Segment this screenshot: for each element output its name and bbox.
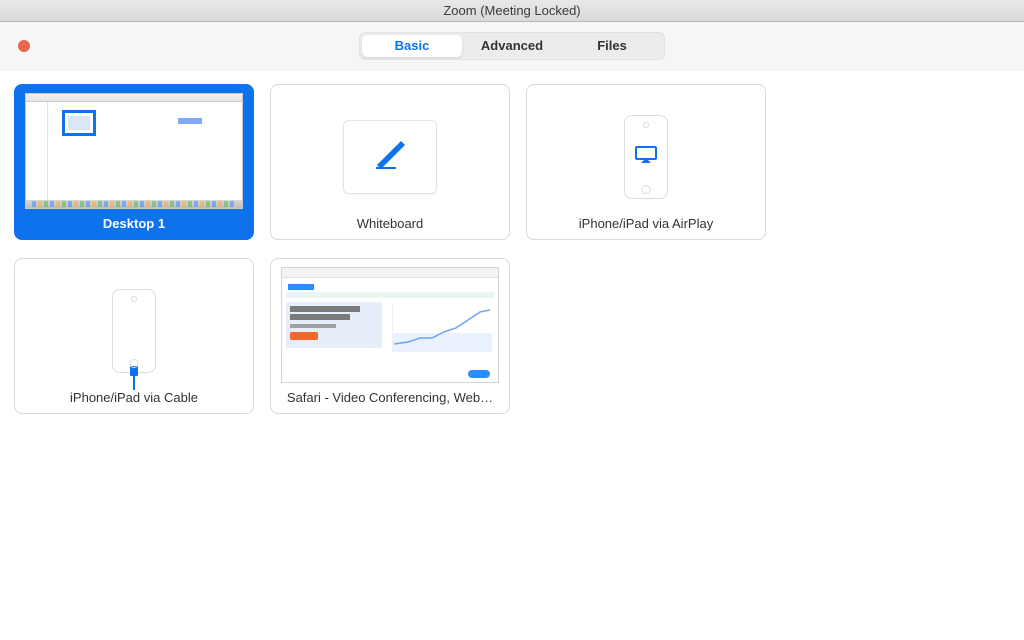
tab-basic[interactable]: Basic: [362, 35, 462, 57]
share-screen-panel: Basic Advanced Files Desktop 1: [0, 22, 1024, 640]
desktop-thumbnail: [25, 93, 243, 209]
share-option-label: iPhone/iPad via Cable: [15, 390, 253, 405]
phone-outline-icon: [624, 115, 668, 199]
share-option-safari-window[interactable]: Safari - Video Conferencing, Web…: [270, 258, 510, 414]
share-option-label: Desktop 1: [15, 216, 253, 231]
tab-files[interactable]: Files: [562, 35, 662, 57]
share-option-cable[interactable]: iPhone/iPad via Cable: [14, 258, 254, 414]
share-options-grid: Desktop 1 Whiteboard: [0, 70, 1024, 438]
tab-segmented-control: Basic Advanced Files: [359, 32, 665, 60]
airplay-icon: [635, 146, 657, 169]
share-option-desktop-1[interactable]: Desktop 1: [14, 84, 254, 240]
toolbar: Basic Advanced Files: [0, 22, 1024, 70]
whiteboard-tile: [343, 120, 437, 194]
share-option-whiteboard[interactable]: Whiteboard: [270, 84, 510, 240]
cable-icon: [133, 372, 135, 390]
safari-window-thumbnail: [281, 267, 499, 383]
tab-advanced[interactable]: Advanced: [462, 35, 562, 57]
phone-outline-icon: [112, 289, 156, 373]
share-option-label: iPhone/iPad via AirPlay: [527, 216, 765, 231]
marker-icon: [373, 141, 407, 174]
window-title: Zoom (Meeting Locked): [443, 3, 580, 18]
share-option-airplay[interactable]: iPhone/iPad via AirPlay: [526, 84, 766, 240]
share-option-label: Whiteboard: [271, 216, 509, 231]
recording-indicator-icon: [18, 40, 30, 52]
window-titlebar: Zoom (Meeting Locked): [0, 0, 1024, 22]
share-option-label: Safari - Video Conferencing, Web…: [271, 390, 509, 405]
